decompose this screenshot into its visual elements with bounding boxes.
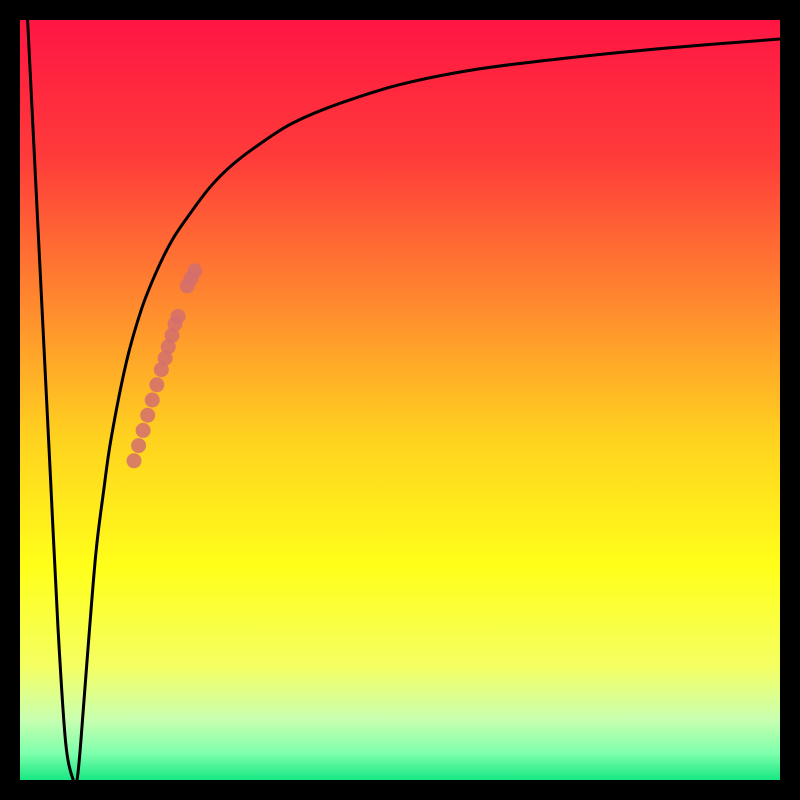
highlight-dot <box>127 453 142 468</box>
gradient-background <box>20 20 780 780</box>
highlight-dot <box>136 423 151 438</box>
bottleneck-plot <box>20 20 780 780</box>
highlight-dot <box>171 309 186 324</box>
chart-frame: TheBottleneck.com <box>20 20 780 780</box>
highlight-dot <box>131 438 146 453</box>
highlight-dot <box>140 408 155 423</box>
highlight-dot <box>149 377 164 392</box>
highlight-dot <box>187 263 202 278</box>
highlight-dot <box>145 393 160 408</box>
